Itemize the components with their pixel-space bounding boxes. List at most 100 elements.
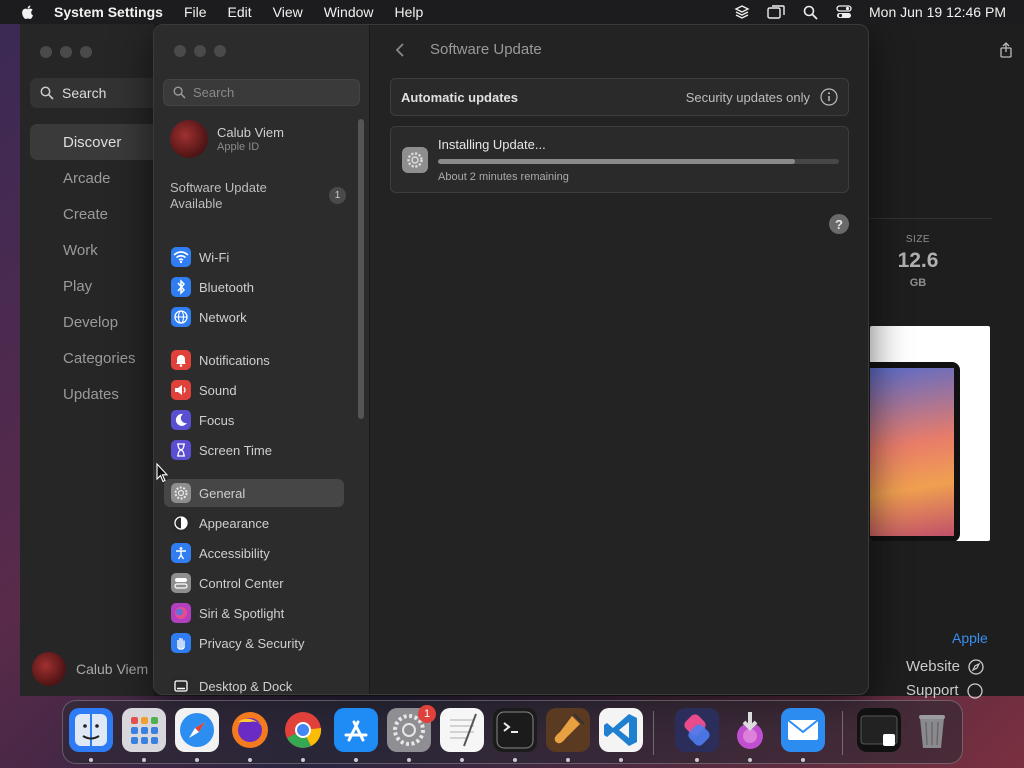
settings-sidebar: Search Calub Viem Apple ID Software Upda… — [154, 25, 370, 694]
menu-view[interactable]: View — [273, 4, 303, 20]
help-button[interactable]: ? — [829, 214, 849, 234]
search-icon — [40, 86, 54, 100]
menu-edit[interactable]: Edit — [228, 4, 252, 20]
speaker-icon — [171, 380, 191, 400]
share-icon[interactable] — [998, 42, 1014, 58]
sidebar-item-general[interactable]: General — [164, 479, 344, 507]
sidebar-item-desktop-dock[interactable]: Desktop & Dock — [164, 672, 344, 694]
update-badge: 1 — [329, 187, 346, 204]
app-store-search[interactable]: Search — [30, 78, 170, 108]
zoom-button[interactable] — [80, 46, 92, 58]
terminal-icon[interactable] — [493, 708, 537, 752]
sidebar-item-label: Notifications — [199, 352, 270, 368]
sidebar-item-network[interactable]: Network — [164, 303, 344, 331]
shortcuts-icon[interactable] — [675, 708, 719, 752]
running-indicator — [89, 758, 93, 762]
nav-create[interactable]: Create — [30, 196, 170, 232]
sidebar-item-siri-spotlight[interactable]: Siri & Spotlight — [164, 599, 344, 627]
launchpad-icon[interactable] — [122, 708, 166, 752]
sidebar-scrollbar[interactable] — [358, 119, 364, 419]
apple-menu-icon[interactable] — [20, 4, 36, 20]
nav-updates[interactable]: Updates — [30, 376, 170, 412]
installer-icon[interactable] — [728, 708, 772, 752]
sidebar-item-focus[interactable]: Focus — [164, 406, 344, 434]
accessibility-icon — [171, 543, 191, 563]
nav-develop[interactable]: Develop — [30, 304, 170, 340]
mail-icon[interactable] — [781, 708, 825, 752]
zoom-button[interactable] — [214, 45, 226, 57]
window-controls — [174, 45, 226, 57]
developer-link[interactable]: Apple — [952, 630, 988, 646]
nav-arcade[interactable]: Arcade — [30, 160, 170, 196]
hourglass-icon — [171, 440, 191, 460]
siri-icon — [171, 603, 191, 623]
menu-window[interactable]: Window — [324, 4, 374, 20]
chrome-icon[interactable] — [281, 708, 325, 752]
app-store-account[interactable]: Calub Viem — [32, 652, 148, 686]
update-notice-line2: Available — [170, 196, 223, 211]
sidebar-item-appearance[interactable]: Appearance — [164, 509, 344, 537]
sidebar-item-label: Bluetooth — [199, 279, 254, 295]
divider — [870, 218, 992, 219]
firefox-icon[interactable] — [228, 708, 272, 752]
trash-icon[interactable] — [910, 708, 954, 752]
dock-icon — [171, 676, 191, 694]
vscode-icon[interactable] — [599, 708, 643, 752]
layers-icon[interactable] — [733, 3, 751, 21]
sidebar-item-screen-time[interactable]: Screen Time — [164, 436, 344, 464]
info-icon[interactable] — [820, 88, 838, 106]
windows-icon[interactable] — [767, 3, 785, 21]
sidebar-item-accessibility[interactable]: Accessibility — [164, 539, 344, 567]
running-indicator — [513, 758, 517, 762]
textedit-icon[interactable] — [440, 708, 484, 752]
support-link[interactable]: Support — [906, 682, 983, 699]
app-screenshot[interactable] — [870, 326, 990, 541]
website-label: Website — [906, 658, 960, 675]
automatic-updates-row: Automatic updates Security updates only — [390, 78, 849, 116]
minimize-button[interactable] — [194, 45, 206, 57]
safari-icon[interactable] — [175, 708, 219, 752]
avatar — [170, 120, 208, 158]
running-indicator — [748, 758, 752, 762]
close-button[interactable] — [174, 45, 186, 57]
settings-search-input[interactable]: Search — [163, 79, 360, 106]
app-store-icon[interactable] — [334, 708, 378, 752]
sidebar-item-control-center[interactable]: Control Center — [164, 569, 344, 597]
spotlight-search-icon[interactable] — [801, 3, 819, 21]
sidebar-item-label: Control Center — [199, 575, 284, 591]
sidebar-item-label: Network — [199, 309, 247, 325]
website-link[interactable]: Website — [906, 658, 984, 675]
apple-id-row[interactable]: Calub Viem Apple ID — [170, 120, 284, 158]
menu-clock[interactable]: Mon Jun 19 12:46 PM — [869, 4, 1006, 20]
menu-file[interactable]: File — [184, 4, 207, 20]
back-chevron-icon[interactable] — [390, 42, 410, 58]
close-button[interactable] — [40, 46, 52, 58]
help-circle-icon — [966, 682, 983, 699]
nav-work[interactable]: Work — [30, 232, 170, 268]
sidebar-item-bluetooth[interactable]: Bluetooth — [164, 273, 344, 301]
automatic-updates-value-text: Security updates only — [685, 89, 810, 105]
garageband-icon[interactable] — [546, 708, 590, 752]
running-indicator — [301, 758, 305, 762]
software-update-available[interactable]: Software Update Available 1 — [170, 180, 346, 212]
sidebar-item-label: Accessibility — [199, 545, 270, 561]
nav-categories[interactable]: Categories — [30, 340, 170, 376]
sidebar-item-privacy-security[interactable]: Privacy & Security — [164, 629, 344, 657]
size-unit: GB — [909, 277, 927, 289]
minimize-button[interactable] — [60, 46, 72, 58]
settings-content: Software Update Automatic updates Securi… — [370, 25, 868, 694]
screenshot-icon[interactable] — [857, 708, 901, 752]
sidebar-item-sound[interactable]: Sound — [164, 376, 344, 404]
menu-app-name[interactable]: System Settings — [54, 4, 163, 20]
sidebar-item-notifications[interactable]: Notifications — [164, 346, 344, 374]
sidebar-item-label: Screen Time — [199, 442, 272, 458]
hand-icon — [171, 633, 191, 653]
menu-help[interactable]: Help — [395, 4, 424, 20]
app-store-nav: Discover Arcade Create Work Play Develop… — [30, 124, 170, 412]
nav-play[interactable]: Play — [30, 268, 170, 304]
app-size-info: SIZE 12.6 GB — [870, 234, 966, 289]
sidebar-item-wi-fi[interactable]: Wi-Fi — [164, 243, 344, 271]
finder-icon[interactable] — [69, 708, 113, 752]
control-center-icon[interactable] — [835, 3, 853, 21]
nav-discover[interactable]: Discover — [30, 124, 170, 160]
